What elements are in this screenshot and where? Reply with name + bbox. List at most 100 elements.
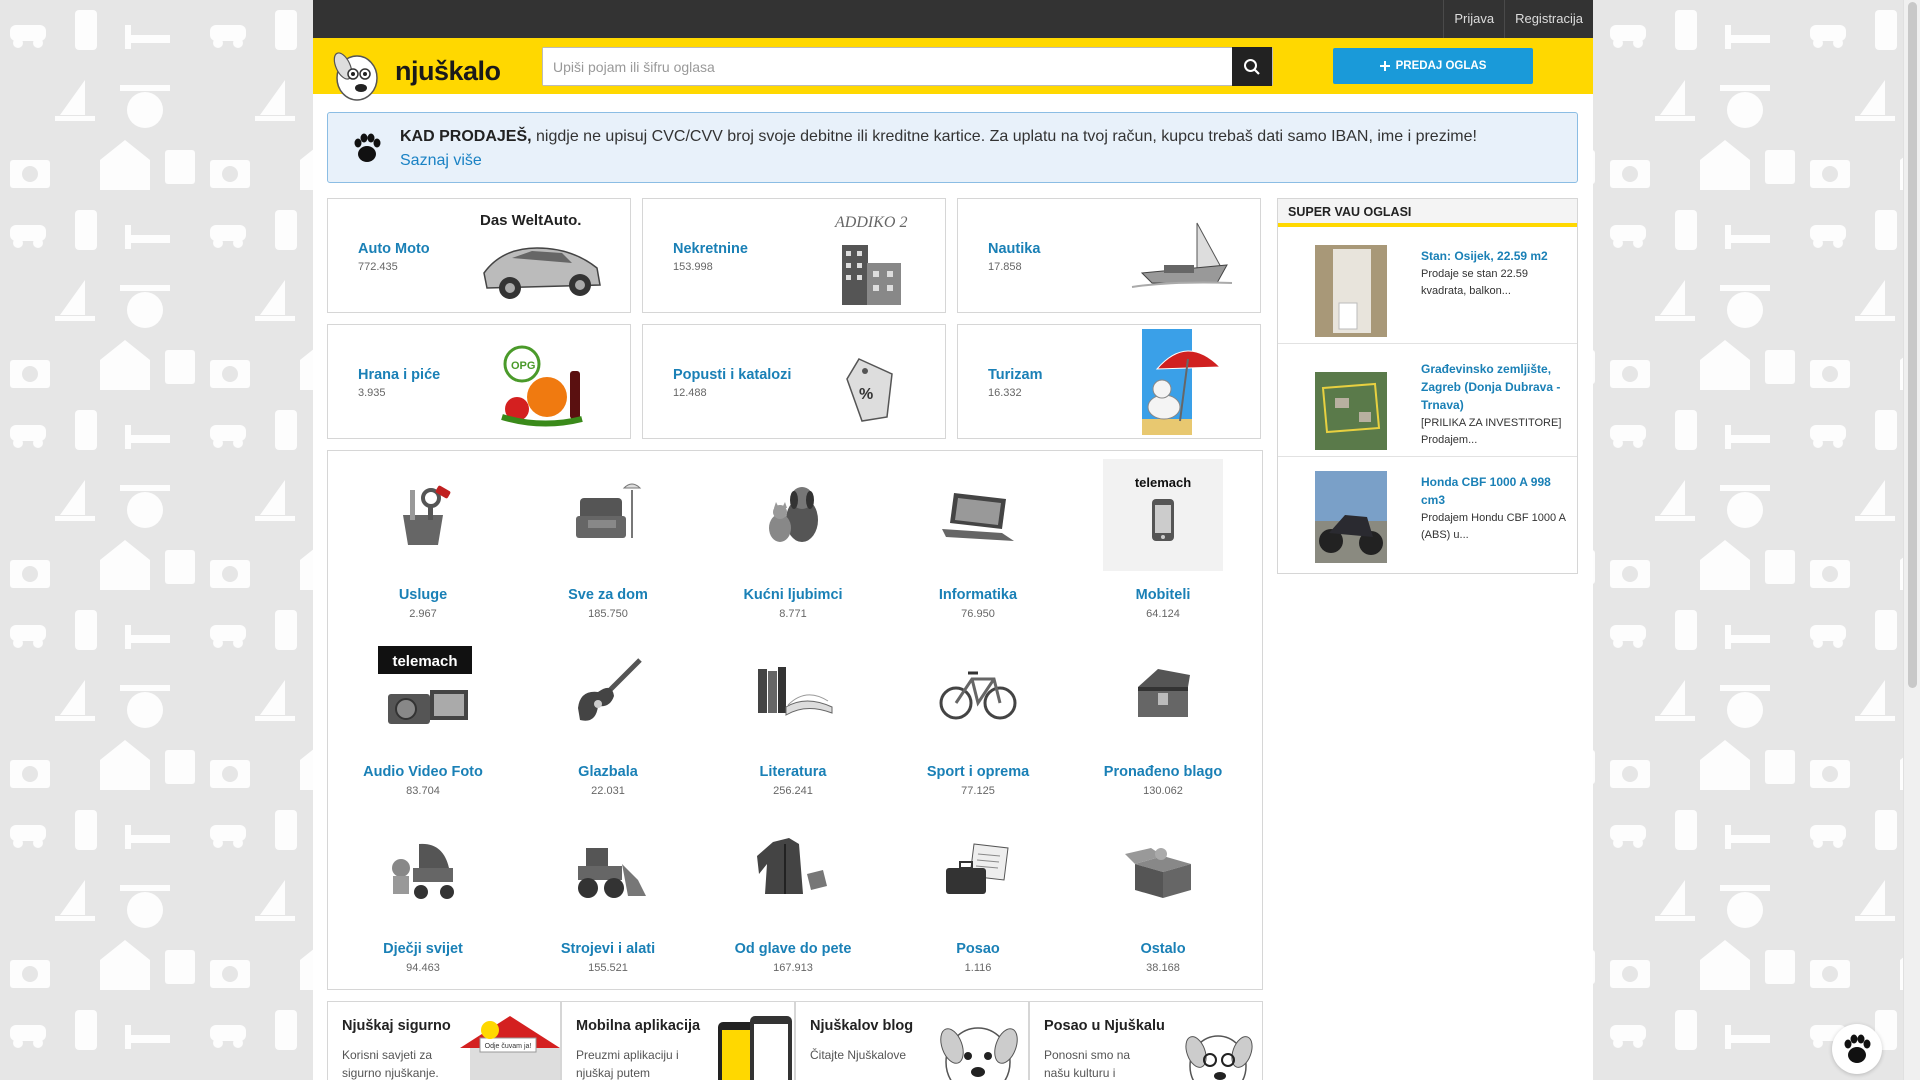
category-label: Hrana i piće <box>358 367 441 383</box>
category-count: 772.435 <box>358 261 398 273</box>
smartphone-icon <box>718 1016 792 1080</box>
header: njuškalo PREDAJ OGLAS <box>313 38 1593 101</box>
pets-icon <box>769 487 818 542</box>
category-mobiteli[interactable]: telemach Mobiteli 64.124 <box>1071 459 1255 620</box>
category-count: 76.950 <box>961 608 995 620</box>
category-count: 167.913 <box>773 962 813 974</box>
logo-text: njuškalo <box>395 55 501 86</box>
notice-bold: KAD PRODAJEŠ, <box>400 128 532 145</box>
category-label: Posao <box>956 941 1000 957</box>
dog-mascot-icon <box>940 1027 1018 1080</box>
ad-thumbnail <box>1315 471 1387 563</box>
category-auto-moto[interactable]: Auto Moto 772.435 Das WeltAuto. <box>327 198 631 313</box>
category-pronadeno-blago[interactable]: Pronađeno blago 130.062 <box>1071 636 1255 797</box>
category-popusti-i-katalozi[interactable]: Popusti i katalozi 12.488 % <box>642 324 946 439</box>
footer-tile-safety[interactable]: Njuškaj sigurno Korisni savjeti za sigur… <box>327 1001 561 1080</box>
category-turizam[interactable]: Turizam 16.332 <box>957 324 1261 439</box>
category-label: Literatura <box>759 764 827 780</box>
category-od-glave-do-pete[interactable]: Od glave do pete 167.913 <box>701 813 885 974</box>
category-count: 155.521 <box>588 962 628 974</box>
category-nekretnine[interactable]: Nekretnine 153.998 ADDIKO 2 <box>642 198 946 313</box>
featured-ad[interactable]: Stan: Osijek, 22.59 m2 Prodaje se stan 22… <box>1278 231 1577 344</box>
featured-ad[interactable]: Honda CBF 1000 A 998 cm3 Prodajem Hondu C… <box>1278 457 1577 570</box>
search-icon <box>1244 58 1260 75</box>
footer-tile-blog[interactable]: Njuškalov blog Čitajte Njuškalove <box>795 1001 1029 1080</box>
category-sve-za-dom[interactable]: Sve za dom 185.750 <box>516 459 700 620</box>
scrollbar-thumb[interactable] <box>1908 2 1917 688</box>
sell-ad-button[interactable]: PREDAJ OGLAS <box>1333 48 1533 84</box>
ad-thumbnail <box>1315 358 1387 450</box>
category-count: 12.488 <box>673 387 707 399</box>
addiko-logo-text: ADDIKO 2 <box>834 214 907 231</box>
category-sport-i-oprema[interactable]: Sport i oprema 77.125 <box>886 636 1070 797</box>
car-icon: Das WeltAuto. <box>480 212 601 299</box>
ad-description: Prodaje se stan 22.59 kvadrata, balkon..… <box>1421 268 1529 297</box>
footer-tile-title: Posao u Njuškalu <box>1044 1018 1165 1034</box>
category-posao[interactable]: Posao 1.116 <box>886 813 1070 974</box>
beach-umbrella-icon <box>1142 329 1222 435</box>
briefcase-icon <box>946 843 1009 894</box>
tools-icon <box>403 485 451 545</box>
category-count: 94.463 <box>406 962 440 974</box>
footer-tile-title: Njuškaj sigurno <box>342 1018 451 1034</box>
footer-tile-mobile-app[interactable]: Mobilna aplikacija Preuzmi aplikaciju i … <box>561 1001 795 1080</box>
category-count: 2.967 <box>409 608 437 620</box>
footer-tile-text: Korisni savjeti za sigurno njuškanje. <box>342 1048 439 1080</box>
paw-icon <box>354 133 381 162</box>
search-input[interactable] <box>543 48 1231 85</box>
category-count: 38.168 <box>1146 962 1180 974</box>
ad-description: Prodajem Hondu CBF 1000 A (ABS) u... <box>1421 512 1566 541</box>
category-label: Mobiteli <box>1135 587 1191 603</box>
category-glazbala[interactable]: Glazbala 22.031 <box>516 636 700 797</box>
category-usluge[interactable]: Usluge 2.967 <box>331 459 515 620</box>
page-scrollbar[interactable] <box>1903 0 1920 1080</box>
category-hrana-i-pice[interactable]: Hrana i piće 3.935 OPG <box>327 324 631 439</box>
opg-label: OPG <box>511 360 535 372</box>
login-link[interactable]: Prijava <box>1443 0 1504 38</box>
category-label: Dječji svijet <box>383 941 463 957</box>
dog-mascot-icon <box>333 52 378 101</box>
learn-more-link[interactable]: Saznaj više <box>400 152 482 169</box>
category-count: 256.241 <box>773 785 813 797</box>
category-label: Pronađeno blago <box>1103 764 1223 780</box>
category-strojevi-i-alati[interactable]: Strojevi i alati 155.521 <box>516 813 700 974</box>
category-ostalo[interactable]: Ostalo 38.168 <box>1071 813 1255 974</box>
category-kucni-ljubimci[interactable]: Kućni ljubimci 8.771 <box>701 459 885 620</box>
doghouse-icon: Odje čuvam ja! <box>460 1016 560 1080</box>
footer-tile-careers[interactable]: Posao u Njuškalu Ponosni smo na našu kul… <box>1029 1001 1263 1080</box>
super-vau-ads: SUPER VAU OGLASI Stan: Osijek, 22.59 m2 P… <box>1277 198 1578 574</box>
telemach-sponsor-text: telemach <box>1135 475 1191 490</box>
category-count: 64.124 <box>1146 608 1180 620</box>
books-icon <box>758 667 833 716</box>
phone-icon: telemach <box>1135 475 1191 541</box>
category-djecji-svijet[interactable]: Dječji svijet 94.463 <box>331 813 515 974</box>
category-count: 130.062 <box>1143 785 1183 797</box>
category-label: Audio Video Foto <box>363 764 483 780</box>
chat-button[interactable] <box>1832 1024 1882 1074</box>
logo[interactable]: njuškalo <box>327 38 501 104</box>
search-button[interactable] <box>1232 47 1272 86</box>
category-label: Kućni ljubimci <box>743 587 843 603</box>
category-label: Nautika <box>988 241 1041 257</box>
notice-body: nigdje ne upisuj CVC/CVV broj svoje debi… <box>531 128 1477 145</box>
buildings-icon: ADDIKO 2 <box>834 214 907 305</box>
category-count: 153.998 <box>673 261 713 273</box>
paw-icon <box>1844 1034 1871 1063</box>
category-count: 16.332 <box>988 387 1022 399</box>
category-informatika[interactable]: Informatika 76.950 <box>886 459 1070 620</box>
discount-tag-icon: % <box>846 358 893 422</box>
featured-ad[interactable]: Građevinsko zemljište, Zagreb (Donja Dub… <box>1278 344 1577 457</box>
register-link[interactable]: Registracija <box>1504 0 1593 38</box>
category-literatura[interactable]: Literatura 256.241 <box>701 636 885 797</box>
category-nautika[interactable]: Nautika 17.858 <box>957 198 1261 313</box>
box-icon <box>1125 848 1191 898</box>
category-label: Informatika <box>938 587 1018 603</box>
ad-title: Stan: Osijek, 22.59 m2 <box>1421 249 1548 263</box>
footer-tile-text: Čitajte Njuškalove <box>810 1048 907 1062</box>
category-audio-video-foto[interactable]: telemach Audio Video Foto 83.704 <box>331 636 515 797</box>
category-count: 3.935 <box>358 387 386 399</box>
category-label: Turizam <box>988 367 1043 383</box>
category-label: Glazbala <box>578 764 638 780</box>
category-label: Strojevi i alati <box>560 941 656 957</box>
security-notice: KAD PRODAJEŠ, nigdje ne upisuj CVC/CVV b… <box>327 112 1578 183</box>
